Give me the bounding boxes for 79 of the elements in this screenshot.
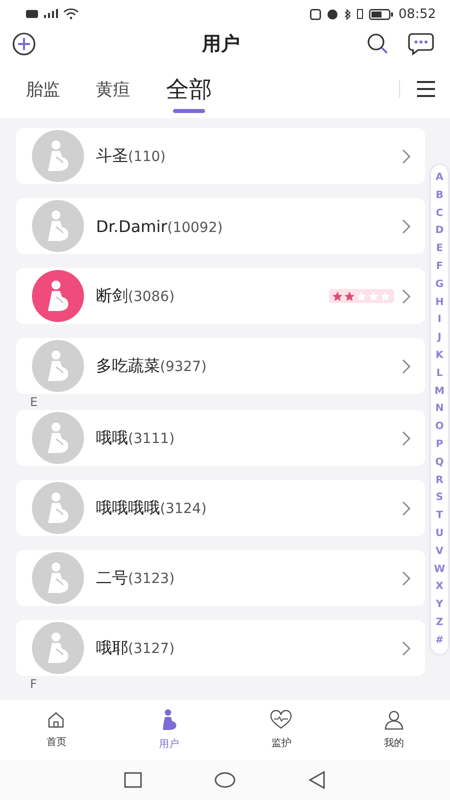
index-letter[interactable]: S bbox=[436, 489, 444, 508]
user-row[interactable]: 斗圣(110) bbox=[16, 128, 425, 184]
index-letter[interactable]: R bbox=[436, 472, 444, 490]
chevron-right-icon bbox=[402, 358, 411, 374]
index-letter[interactable]: O bbox=[435, 418, 444, 436]
battery-icon bbox=[368, 8, 393, 20]
chevron-right-icon bbox=[402, 500, 411, 516]
star-icon bbox=[380, 290, 391, 302]
tab[interactable]: 黄疸 bbox=[96, 65, 130, 113]
user-row[interactable]: Dr.Damir(10092) bbox=[16, 198, 425, 254]
chevron-right-icon bbox=[402, 218, 411, 234]
user-name: Dr.Damir(10092) bbox=[96, 216, 223, 236]
user-row[interactable]: 哦耶(3127) bbox=[16, 620, 425, 676]
back-button[interactable] bbox=[308, 771, 326, 789]
user-name: 多吃蔬菜(9327) bbox=[96, 356, 207, 376]
star-icon bbox=[332, 290, 343, 302]
section-letter: E bbox=[29, 394, 39, 410]
nav-tab[interactable]: 监护 bbox=[225, 700, 338, 760]
heart-pulse-icon bbox=[270, 710, 292, 730]
index-letter[interactable]: F bbox=[436, 258, 443, 276]
user-name: 哦哦(3111) bbox=[96, 428, 175, 448]
index-letter[interactable]: X bbox=[436, 578, 444, 596]
tab[interactable]: 胎监 bbox=[26, 65, 60, 113]
index-letter[interactable]: I bbox=[438, 311, 442, 330]
user-row[interactable]: 哦哦哦哦(3124) bbox=[16, 480, 425, 536]
message-icon[interactable] bbox=[408, 32, 434, 56]
nav-tab[interactable]: 我的 bbox=[338, 700, 450, 760]
page-title: 用户 bbox=[202, 32, 240, 57]
index-letter[interactable]: G bbox=[435, 276, 444, 294]
person-icon bbox=[384, 710, 404, 730]
index-letter[interactable]: W bbox=[434, 560, 446, 578]
search-icon[interactable] bbox=[366, 32, 390, 56]
nav-tab[interactable]: 首页 bbox=[0, 700, 112, 760]
index-letter[interactable]: V bbox=[436, 542, 444, 561]
section-letter: F bbox=[29, 676, 38, 692]
chevron-right-icon bbox=[402, 288, 411, 304]
index-letter[interactable]: K bbox=[436, 346, 444, 365]
user-row[interactable]: 哦哦(3111) bbox=[16, 410, 425, 466]
index-letter[interactable]: A bbox=[436, 169, 444, 187]
star-icon bbox=[356, 290, 367, 302]
index-letter[interactable]: # bbox=[435, 632, 444, 650]
recent-apps-button[interactable] bbox=[124, 772, 142, 788]
star-icon bbox=[368, 290, 379, 302]
user-name: 哦耶(3127) bbox=[96, 638, 175, 658]
chevron-right-icon bbox=[402, 570, 411, 586]
star-icon bbox=[344, 290, 355, 302]
index-letter[interactable]: B bbox=[436, 186, 444, 205]
index-letter[interactable]: J bbox=[438, 329, 442, 347]
nav-tab[interactable]: 用户 bbox=[112, 700, 225, 760]
chevron-right-icon bbox=[402, 430, 411, 446]
clock-time: 08:52 bbox=[398, 6, 436, 22]
chevron-right-icon bbox=[402, 148, 411, 164]
index-letter[interactable]: N bbox=[435, 400, 444, 418]
tab[interactable]: 全部 bbox=[166, 65, 212, 113]
index-letter[interactable]: Z bbox=[436, 614, 444, 632]
user-name: 斗圣(110) bbox=[96, 146, 166, 166]
user-row[interactable]: 断剑(3086) bbox=[16, 268, 425, 324]
user-name: 二号(3123) bbox=[96, 568, 175, 588]
user-row[interactable]: 多吃蔬菜(9327) bbox=[16, 338, 425, 394]
index-letter[interactable]: P bbox=[436, 436, 444, 454]
bluetooth-icon bbox=[344, 8, 351, 20]
user-name: 断剑(3086) bbox=[96, 286, 175, 306]
index-letter[interactable]: T bbox=[436, 507, 443, 525]
index-letter[interactable]: Q bbox=[435, 454, 444, 472]
index-letter[interactable]: Y bbox=[436, 596, 444, 614]
index-letter[interactable]: E bbox=[436, 240, 443, 258]
home-button[interactable] bbox=[214, 772, 236, 788]
index-letter[interactable]: U bbox=[435, 524, 444, 543]
add-icon[interactable] bbox=[12, 32, 36, 56]
index-letter[interactable]: H bbox=[435, 294, 444, 312]
index-letter[interactable]: D bbox=[435, 222, 444, 240]
home-icon bbox=[47, 711, 66, 729]
chevron-right-icon bbox=[402, 640, 411, 656]
menu-icon[interactable] bbox=[416, 80, 436, 98]
user-row[interactable]: 二号(3123) bbox=[16, 550, 425, 606]
user-name: 哦哦哦哦(3124) bbox=[96, 498, 207, 518]
index-letter[interactable]: M bbox=[434, 382, 444, 400]
index-letter[interactable]: L bbox=[436, 364, 443, 383]
index-letter[interactable]: C bbox=[436, 204, 444, 222]
